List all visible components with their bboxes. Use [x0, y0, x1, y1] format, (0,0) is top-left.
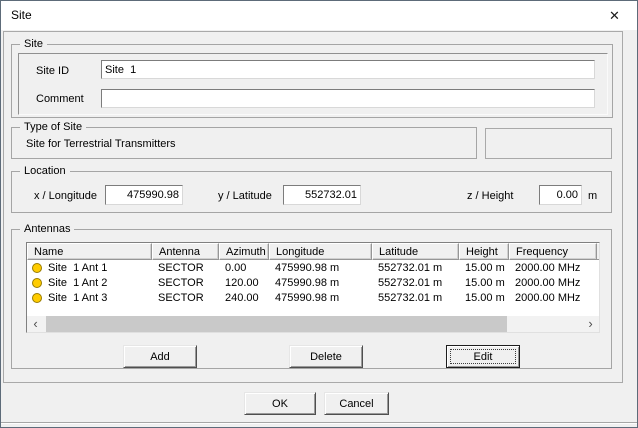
antenna-status-icon: [32, 293, 42, 303]
type-of-site-extra-box: [485, 128, 612, 159]
antenna-type-cell: SECTOR: [152, 277, 219, 289]
x-longitude-input[interactable]: [105, 185, 183, 205]
edit-button-label: Edit: [474, 351, 493, 363]
table-row[interactable]: Site 1 Ant 3 SECTOR 240.00 475990.98 m 5…: [27, 290, 599, 305]
comment-input[interactable]: [101, 89, 595, 108]
frequency-cell: 2000.00 MHz: [509, 262, 597, 274]
scrollbar-thumb[interactable]: [46, 316, 507, 332]
close-icon: ✕: [609, 8, 620, 24]
column-header-antenna[interactable]: Antenna: [152, 243, 219, 260]
azimuth-cell: 120.00: [219, 277, 269, 289]
scroll-left-icon[interactable]: ‹: [27, 316, 44, 332]
antenna-name: Site 1 Ant 2: [48, 277, 107, 289]
ok-button-label: OK: [272, 398, 288, 410]
type-of-site-group-label: Type of Site: [20, 121, 86, 134]
site-dialog: Site ✕ Site Site ID Comment Type of Site…: [0, 0, 638, 428]
antenna-name: Site 1 Ant 3: [48, 292, 107, 304]
horizontal-scrollbar[interactable]: ‹ ›: [27, 316, 599, 332]
column-header-azimuth[interactable]: Azimuth: [219, 243, 269, 260]
antenna-status-icon: [32, 278, 42, 288]
antenna-type-cell: SECTOR: [152, 292, 219, 304]
height-cell: 15.00 m: [459, 277, 509, 289]
add-button-label: Add: [150, 351, 170, 363]
antenna-type-cell: SECTOR: [152, 262, 219, 274]
column-header-height[interactable]: Height: [459, 243, 509, 260]
ok-button[interactable]: OK: [244, 392, 316, 415]
column-header-frequency[interactable]: Frequency: [509, 243, 597, 260]
antenna-name: Site 1 Ant 1: [48, 262, 107, 274]
antenna-status-icon: [32, 263, 42, 273]
delete-button[interactable]: Delete: [289, 345, 363, 368]
site-group: Site Site ID Comment: [11, 44, 613, 118]
longitude-cell: 475990.98 m: [269, 277, 372, 289]
height-cell: 15.00 m: [459, 292, 509, 304]
cancel-button-label: Cancel: [339, 398, 373, 410]
latitude-cell: 552732.01 m: [372, 262, 459, 274]
longitude-cell: 475990.98 m: [269, 292, 372, 304]
column-header-latitude[interactable]: Latitude: [372, 243, 459, 260]
comment-label: Comment: [36, 93, 84, 105]
azimuth-cell: 240.00: [219, 292, 269, 304]
antenna-name-cell: Site 1 Ant 2: [27, 277, 152, 289]
antenna-name-cell: Site 1 Ant 1: [27, 262, 152, 274]
frequency-cell: 2000.00 MHz: [509, 292, 597, 304]
scroll-right-icon[interactable]: ›: [582, 316, 599, 332]
antennas-group: Antennas Name Antenna Azimuth Longitude …: [11, 229, 612, 369]
site-id-input[interactable]: [101, 60, 595, 79]
latitude-cell: 552732.01 m: [372, 277, 459, 289]
latitude-cell: 552732.01 m: [372, 292, 459, 304]
location-group-label: Location: [20, 165, 70, 178]
longitude-cell: 475990.98 m: [269, 262, 372, 274]
column-header-longitude[interactable]: Longitude: [269, 243, 372, 260]
table-row[interactable]: Site 1 Ant 2 SECTOR 120.00 475990.98 m 5…: [27, 275, 599, 290]
antenna-name-cell: Site 1 Ant 3: [27, 292, 152, 304]
cancel-button[interactable]: Cancel: [324, 392, 389, 415]
window-title: Site: [11, 8, 32, 22]
z-height-input[interactable]: [539, 185, 582, 205]
close-button[interactable]: ✕: [592, 1, 637, 30]
antennas-list-header: Name Antenna Azimuth Longitude Latitude …: [27, 243, 599, 260]
title-bar[interactable]: Site: [1, 1, 637, 30]
azimuth-cell: 0.00: [219, 262, 269, 274]
edit-button[interactable]: Edit: [446, 345, 520, 368]
y-latitude-label: y / Latitude: [218, 190, 272, 202]
site-id-label: Site ID: [36, 65, 69, 77]
add-button[interactable]: Add: [123, 345, 197, 368]
frequency-cell: 2000.00 MHz: [509, 277, 597, 289]
type-of-site-value: Site for Terrestrial Transmitters: [26, 138, 176, 150]
site-group-label: Site: [20, 38, 47, 51]
antennas-list: Name Antenna Azimuth Longitude Latitude …: [26, 242, 600, 333]
column-header-name[interactable]: Name: [27, 243, 152, 260]
antennas-group-label: Antennas: [20, 223, 74, 236]
delete-button-label: Delete: [310, 351, 342, 363]
bottom-divider: [1, 422, 637, 424]
type-of-site-group: Type of Site Site for Terrestrial Transm…: [11, 127, 477, 159]
y-latitude-input[interactable]: [283, 185, 361, 205]
height-cell: 15.00 m: [459, 262, 509, 274]
x-longitude-label: x / Longitude: [34, 190, 97, 202]
table-row[interactable]: Site 1 Ant 1 SECTOR 0.00 475990.98 m 552…: [27, 260, 599, 275]
column-header-filler: [597, 243, 599, 260]
z-height-unit: m: [588, 190, 597, 202]
z-height-label: z / Height: [467, 190, 513, 202]
location-group: Location x / Longitude y / Latitude z / …: [11, 171, 612, 213]
